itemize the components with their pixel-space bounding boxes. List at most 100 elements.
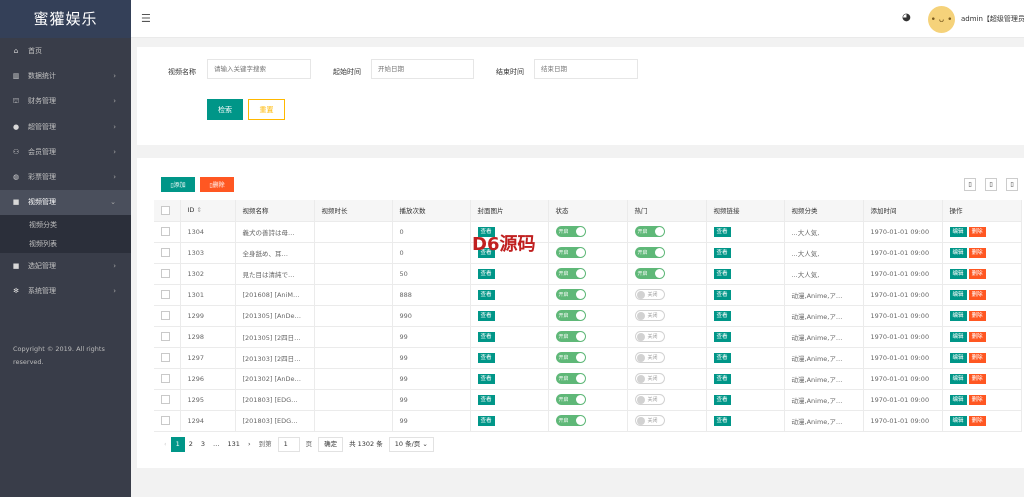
sidebar-item-0[interactable]: ⌂ 首页: [0, 38, 131, 63]
sidebar-item-3[interactable]: ● 超管管理 ›: [0, 114, 131, 139]
sidebar-subitem-1[interactable]: 视频列表: [0, 234, 131, 253]
filter-columns-icon[interactable]: ▯: [964, 178, 976, 191]
view-link-button[interactable]: 查看: [713, 226, 731, 237]
search-button[interactable]: 检索: [207, 99, 243, 120]
row-delete-button[interactable]: 删除: [968, 310, 986, 321]
video-name-input[interactable]: [207, 59, 311, 79]
hot-toggle[interactable]: 开启: [634, 226, 665, 237]
edit-button[interactable]: 编辑: [949, 268, 967, 279]
edit-button[interactable]: 编辑: [949, 247, 967, 258]
goto-page-input[interactable]: 1: [277, 436, 300, 452]
status-toggle[interactable]: 开启: [555, 373, 586, 384]
row-delete-button[interactable]: 删除: [968, 268, 986, 279]
row-checkbox[interactable]: [154, 242, 181, 264]
view-link-button[interactable]: 查看: [713, 352, 731, 363]
edit-button[interactable]: 编辑: [949, 415, 967, 426]
row-delete-button[interactable]: 删除: [968, 226, 986, 237]
view-link-button[interactable]: 查看: [713, 310, 731, 321]
page-1[interactable]: 1: [170, 436, 185, 452]
row-checkbox[interactable]: [154, 305, 181, 327]
view-link-button[interactable]: 查看: [713, 373, 731, 384]
status-toggle[interactable]: 开启: [555, 226, 586, 237]
row-delete-button[interactable]: 删除: [968, 247, 986, 258]
sidebar-item-5[interactable]: ◍ 彩票管理 ›: [0, 164, 131, 189]
print-icon[interactable]: ▯: [1006, 178, 1018, 191]
select-all-checkbox[interactable]: [154, 200, 181, 222]
edit-button[interactable]: 编辑: [949, 289, 967, 300]
view-cover-button[interactable]: 查看: [477, 331, 495, 342]
sidebar-item-6[interactable]: ■ 视频管理 ⌄: [0, 189, 131, 216]
row-checkbox[interactable]: [154, 326, 181, 348]
view-cover-button[interactable]: 查看: [477, 415, 495, 426]
hot-toggle[interactable]: 关闭: [634, 310, 665, 321]
export-icon[interactable]: ▯: [985, 178, 997, 191]
row-checkbox[interactable]: [154, 410, 181, 432]
sidebar-item-2[interactable]: ⛫ 财务管理 ›: [0, 89, 131, 114]
row-delete-button[interactable]: 删除: [968, 289, 986, 300]
sidebar-subitem-0[interactable]: 视频分类: [0, 215, 131, 234]
edit-button[interactable]: 编辑: [949, 310, 967, 321]
hot-toggle[interactable]: 关闭: [634, 394, 665, 405]
view-cover-button[interactable]: 查看: [477, 310, 495, 321]
view-link-button[interactable]: 查看: [713, 394, 731, 405]
view-cover-button[interactable]: 查看: [477, 373, 495, 384]
col-id[interactable]: ID ⇕: [180, 200, 236, 222]
row-delete-button[interactable]: 删除: [968, 415, 986, 426]
row-checkbox[interactable]: [154, 221, 181, 243]
theme-palette-icon[interactable]: ◕: [902, 12, 911, 23]
status-toggle[interactable]: 开启: [555, 352, 586, 363]
view-link-button[interactable]: 查看: [713, 415, 731, 426]
hot-toggle[interactable]: 关闭: [634, 289, 665, 300]
prev-page-icon[interactable]: ‹: [160, 437, 171, 452]
edit-button[interactable]: 编辑: [949, 331, 967, 342]
reset-button[interactable]: 重置: [248, 99, 285, 120]
view-link-button[interactable]: 查看: [713, 268, 731, 279]
row-checkbox[interactable]: [154, 389, 181, 411]
edit-button[interactable]: 编辑: [949, 394, 967, 405]
add-button[interactable]: ▯添加: [161, 177, 195, 192]
status-toggle[interactable]: 开启: [555, 310, 586, 321]
hot-toggle[interactable]: 开启: [634, 247, 665, 258]
view-link-button[interactable]: 查看: [713, 247, 731, 258]
hot-toggle[interactable]: 开启: [634, 268, 665, 279]
delete-button[interactable]: ▯删除: [200, 177, 234, 192]
menu-toggle-icon[interactable]: ☰: [141, 12, 151, 25]
sidebar-item-1[interactable]: ▥ 数据统计 ›: [0, 63, 131, 88]
edit-button[interactable]: 编辑: [949, 352, 967, 363]
sort-icon[interactable]: ⇕: [197, 206, 202, 214]
row-delete-button[interactable]: 删除: [968, 331, 986, 342]
status-toggle[interactable]: 开启: [555, 289, 586, 300]
per-page-select[interactable]: 10 条/页 ⌄: [388, 436, 434, 452]
view-cover-button[interactable]: 查看: [477, 268, 495, 279]
status-toggle[interactable]: 开启: [555, 415, 586, 426]
edit-button[interactable]: 编辑: [949, 373, 967, 384]
page-3[interactable]: 3: [197, 437, 209, 452]
sidebar-item-lower-1[interactable]: ✻ 系统管理 ›: [0, 278, 131, 303]
user-name[interactable]: admin【超级管理员】: [961, 14, 1024, 24]
row-delete-button[interactable]: 删除: [968, 394, 986, 405]
row-checkbox[interactable]: [154, 263, 181, 285]
status-toggle[interactable]: 开启: [555, 247, 586, 258]
edit-button[interactable]: 编辑: [949, 226, 967, 237]
row-delete-button[interactable]: 删除: [968, 352, 986, 363]
view-cover-button[interactable]: 查看: [477, 394, 495, 405]
row-delete-button[interactable]: 删除: [968, 373, 986, 384]
view-cover-button[interactable]: 查看: [477, 352, 495, 363]
hot-toggle[interactable]: 关闭: [634, 415, 665, 426]
page-last[interactable]: 131: [224, 437, 244, 452]
row-checkbox[interactable]: [154, 368, 181, 390]
status-toggle[interactable]: 开启: [555, 331, 586, 342]
view-link-button[interactable]: 查看: [713, 289, 731, 300]
sidebar-item-4[interactable]: ⚇ 会员管理 ›: [0, 139, 131, 164]
row-checkbox[interactable]: [154, 347, 181, 369]
sidebar-item-lower-0[interactable]: ■ 选妃管理 ›: [0, 253, 131, 278]
view-cover-button[interactable]: 查看: [477, 289, 495, 300]
start-date-input[interactable]: [371, 59, 474, 79]
status-toggle[interactable]: 开启: [555, 394, 586, 405]
hot-toggle[interactable]: 关闭: [634, 331, 665, 342]
hot-toggle[interactable]: 关闭: [634, 352, 665, 363]
status-toggle[interactable]: 开启: [555, 268, 586, 279]
view-link-button[interactable]: 查看: [713, 331, 731, 342]
page-2[interactable]: 2: [185, 437, 197, 452]
end-date-input[interactable]: [534, 59, 638, 79]
